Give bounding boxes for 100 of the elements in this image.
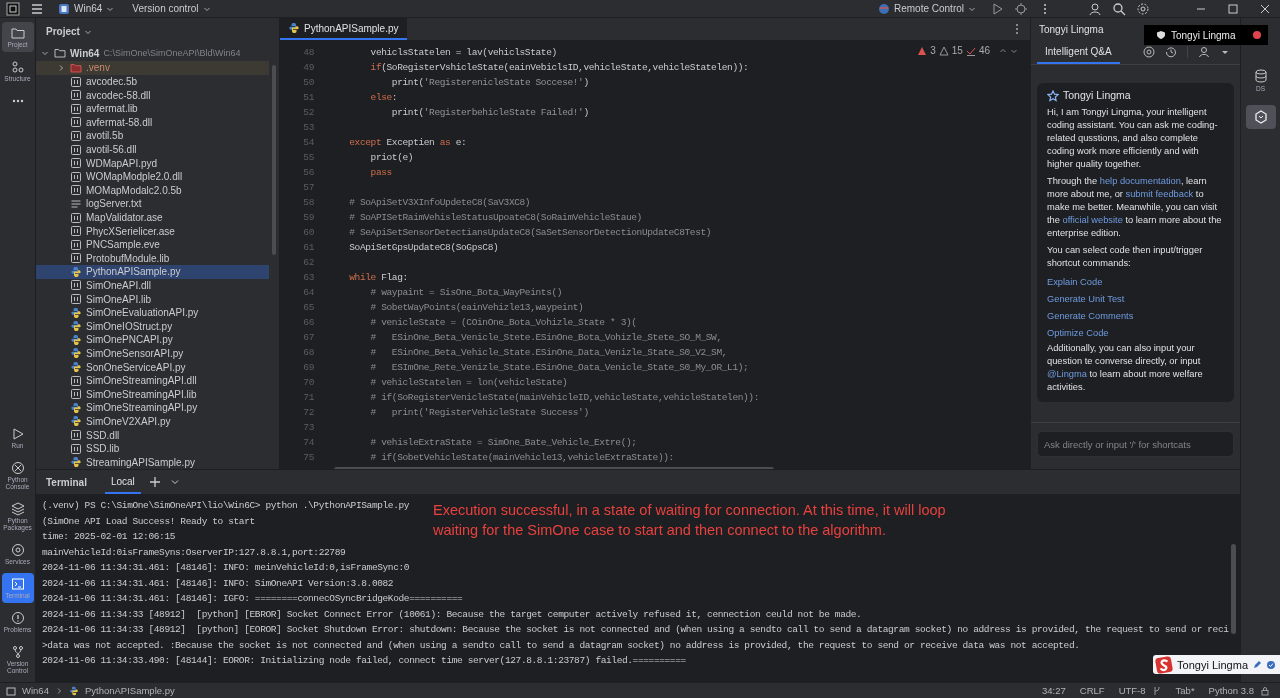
shortcut-link[interactable]: Generate Comments — [1047, 308, 1226, 325]
vcs-selector[interactable]: Version control — [128, 3, 215, 14]
line-number: 75 — [302, 452, 315, 463]
tree-item[interactable]: avotil-56.dll — [36, 142, 269, 157]
tree-item[interactable]: ProtobufModule.lib — [36, 251, 269, 266]
debug-icon[interactable] — [1014, 1, 1028, 16]
shortcut-link[interactable]: Optimize Code — [1047, 325, 1226, 342]
tree-item[interactable]: SSD.dll — [36, 428, 269, 442]
shortcut-link[interactable]: Explain Code — [1047, 274, 1226, 291]
editor-tab[interactable]: PythonAPISample.py — [280, 18, 407, 40]
breadcrumb[interactable]: PythonAPISample.py — [84, 685, 175, 696]
code-line: # ESImOne_Rete_Venizle_State.ESinOne_Oata_Venicle_State_S0_My_OR_L1); — [369, 362, 749, 373]
line-number: 73 — [302, 422, 315, 433]
link[interactable]: submit feedback — [1125, 189, 1194, 199]
line-number: 58 — [302, 197, 315, 208]
tree-item[interactable]: PhycXSerielicer.ase — [36, 224, 269, 238]
tree-item[interactable]: SimOneStreamingAPI.lib — [36, 387, 269, 402]
tree-item[interactable]: WOMapModple2.0.dll — [36, 169, 269, 184]
tree-item[interactable]: MapValidator.ase — [36, 210, 269, 225]
chevron-icon[interactable] — [57, 64, 65, 72]
binary-file-icon — [70, 442, 82, 455]
user-icon[interactable] — [1088, 1, 1102, 16]
search-icon[interactable] — [1112, 1, 1126, 16]
panel-title: Tongyi Lingma — [1039, 23, 1104, 35]
ime-toolbar[interactable]: Tongyi Lingma — [1153, 655, 1280, 674]
target-icon[interactable] — [1143, 46, 1155, 58]
branch-icon[interactable] — [1151, 685, 1162, 696]
tree-item[interactable]: SimOneStreamingAPI.dll — [36, 373, 269, 388]
tree-item[interactable]: avfermat-58.dll — [36, 115, 269, 130]
status-item[interactable]: 34:27 — [1042, 685, 1066, 696]
run-config-selector[interactable]: Remote Control — [873, 2, 980, 15]
binary-file-icon — [70, 293, 82, 306]
ime-label: Tongyi Lingma — [1177, 658, 1248, 671]
status-item[interactable]: UTF-8 — [1118, 685, 1146, 696]
code-line: # SoApiSetV3XInfoUpdeteC8(SaV3XC8) — [348, 197, 531, 208]
play-icon — [10, 427, 25, 441]
status-item[interactable]: Python 3.8 — [1208, 685, 1254, 696]
tree-item[interactable]: avcodec-58.dll — [36, 88, 269, 102]
terminal-line: 2024-11-06 11:34:33.490: [48144]: EOROR: Initializing node failed, connect time server(127.8.8.1:23787) failed.========== — [42, 654, 686, 668]
lock-icon[interactable] — [1260, 685, 1270, 696]
panel-title[interactable]: Project — [46, 26, 80, 38]
tree-item[interactable]: SimOneV2XAPI.py — [36, 414, 269, 429]
tree-item[interactable]: SimOneEvaluationAPI.py — [36, 305, 269, 320]
code-line: priot(e) — [369, 152, 414, 163]
assistant-tab[interactable]: Intelligent Q&A — [1037, 40, 1120, 64]
tree-item[interactable]: SimOnePNCAPI.py — [36, 333, 269, 347]
tree-item[interactable]: logServer.txt — [36, 197, 269, 211]
project-selector[interactable]: Win64 — [54, 2, 119, 15]
folder-icon — [10, 26, 25, 40]
link[interactable]: @Lingma — [1047, 369, 1087, 379]
terminal-tab[interactable]: Local — [104, 470, 141, 494]
user-icon[interactable] — [1198, 46, 1210, 58]
python-file-icon — [70, 415, 82, 428]
chevron-icon[interactable] — [41, 49, 49, 58]
line-number: 60 — [302, 227, 315, 238]
tree-item[interactable]: SimOneAPI.dll — [36, 278, 269, 293]
pen-icon[interactable] — [1252, 659, 1262, 670]
code-line: # SobetWayPoints(eainVehizle13,waypeint) — [369, 302, 584, 313]
scrollbar[interactable] — [272, 65, 276, 256]
folder-icon — [6, 685, 16, 696]
tree-item[interactable]: avfermat.lib — [36, 101, 269, 116]
python-file-icon — [70, 456, 82, 469]
tree-item[interactable]: MOMapModalc2.0.5b — [36, 183, 269, 198]
settings-icon[interactable] — [1136, 1, 1150, 16]
app-icon[interactable] — [6, 1, 20, 16]
breadcrumb[interactable]: Win64 — [22, 685, 49, 696]
assistant-icon — [1253, 110, 1268, 124]
line-number: 50 — [302, 77, 315, 88]
tree-item[interactable]: Win64 C:\SimOne\SimOneAPI\Bld\Win64 — [36, 45, 269, 62]
tree-item[interactable]: StreamingAPISample.py — [36, 455, 269, 469]
tree-item[interactable]: SSD.lib — [36, 441, 269, 456]
tree-item[interactable]: .venv — [36, 61, 269, 75]
history-icon[interactable] — [1165, 46, 1177, 58]
tree-item[interactable]: PNCSample.eve — [36, 237, 269, 252]
python-file-icon — [70, 347, 82, 360]
tree-item[interactable]: SimOneSensorAPI.py — [36, 346, 269, 361]
link[interactable]: official website — [1062, 215, 1123, 225]
menu-icon[interactable] — [30, 1, 44, 16]
scrollbar[interactable] — [1231, 544, 1236, 634]
tree-item[interactable]: SimOneIOStruct.py — [36, 319, 269, 334]
link[interactable]: help documentation — [1099, 176, 1181, 186]
tree-item[interactable]: avotil.5b — [36, 129, 269, 143]
input-field[interactable]: Ask directly or input '/' for shortcats — [1037, 431, 1234, 457]
tree-item[interactable]: SonOneServiceAPI.py — [36, 360, 269, 374]
status-item[interactable]: Tab* — [1175, 685, 1195, 696]
tool-window-button[interactable] — [1245, 105, 1276, 129]
line-number: 54 — [302, 137, 315, 148]
run-icon[interactable] — [990, 1, 1004, 16]
add-icon[interactable] — [148, 476, 161, 488]
tree-item[interactable]: WDMapAPI.pyd — [36, 156, 269, 170]
status-item[interactable]: CRLF — [1079, 685, 1105, 696]
tree-item[interactable]: SimOneStreamingAPI.py — [36, 401, 269, 415]
line-number: 72 — [302, 407, 315, 418]
tree-item[interactable]: PythonAPISample.py — [36, 265, 269, 279]
binary-file-icon — [70, 184, 82, 197]
tree-item[interactable]: avcodec.5b — [36, 74, 269, 89]
tree-item[interactable]: SimOneAPI.lib — [36, 292, 269, 306]
message-paragraph: Additionally, you can also input your question te converse directly, or input @Lingma to learn about more welfare activities. — [1047, 342, 1204, 394]
maximize-icon[interactable] — [1226, 1, 1240, 16]
shortcut-link[interactable]: Generate Unit Test — [1047, 291, 1226, 308]
